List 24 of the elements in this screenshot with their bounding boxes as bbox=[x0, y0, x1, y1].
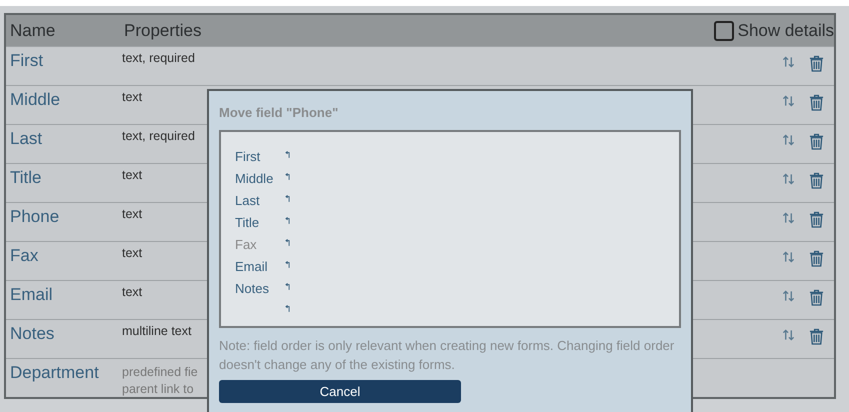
dialog-title: Move field "Phone" bbox=[219, 105, 340, 120]
field-name: Fax bbox=[10, 245, 40, 267]
field-name: Email bbox=[10, 284, 54, 306]
column-header: Properties bbox=[124, 20, 202, 40]
field-name: Department bbox=[10, 362, 100, 384]
field-name: Phone bbox=[10, 206, 60, 228]
field-properties: multiline text bbox=[122, 323, 192, 340]
note-text: Note: field order is only relevant when creating new forms. Changing field order doesn't change any of the existing forms. bbox=[219, 337, 676, 374]
field-properties: text bbox=[122, 89, 142, 106]
field-name: Middle bbox=[10, 89, 62, 111]
field-properties: text bbox=[122, 206, 142, 223]
field-properties: text, required bbox=[122, 50, 195, 67]
column-header: Name bbox=[10, 20, 56, 40]
field-properties: text bbox=[122, 284, 142, 301]
field-properties: text, required bbox=[122, 128, 195, 145]
target-item: Fax bbox=[235, 236, 258, 252]
field-name: Last bbox=[10, 128, 44, 150]
field-name: First bbox=[10, 50, 44, 72]
field-name: Notes bbox=[10, 323, 56, 345]
field-properties: parent link to bbox=[122, 381, 195, 398]
field-properties: text bbox=[122, 167, 142, 184]
field-properties: text bbox=[122, 245, 142, 262]
field-name: Title bbox=[10, 167, 42, 189]
field-properties: predefined fie bbox=[122, 364, 198, 381]
